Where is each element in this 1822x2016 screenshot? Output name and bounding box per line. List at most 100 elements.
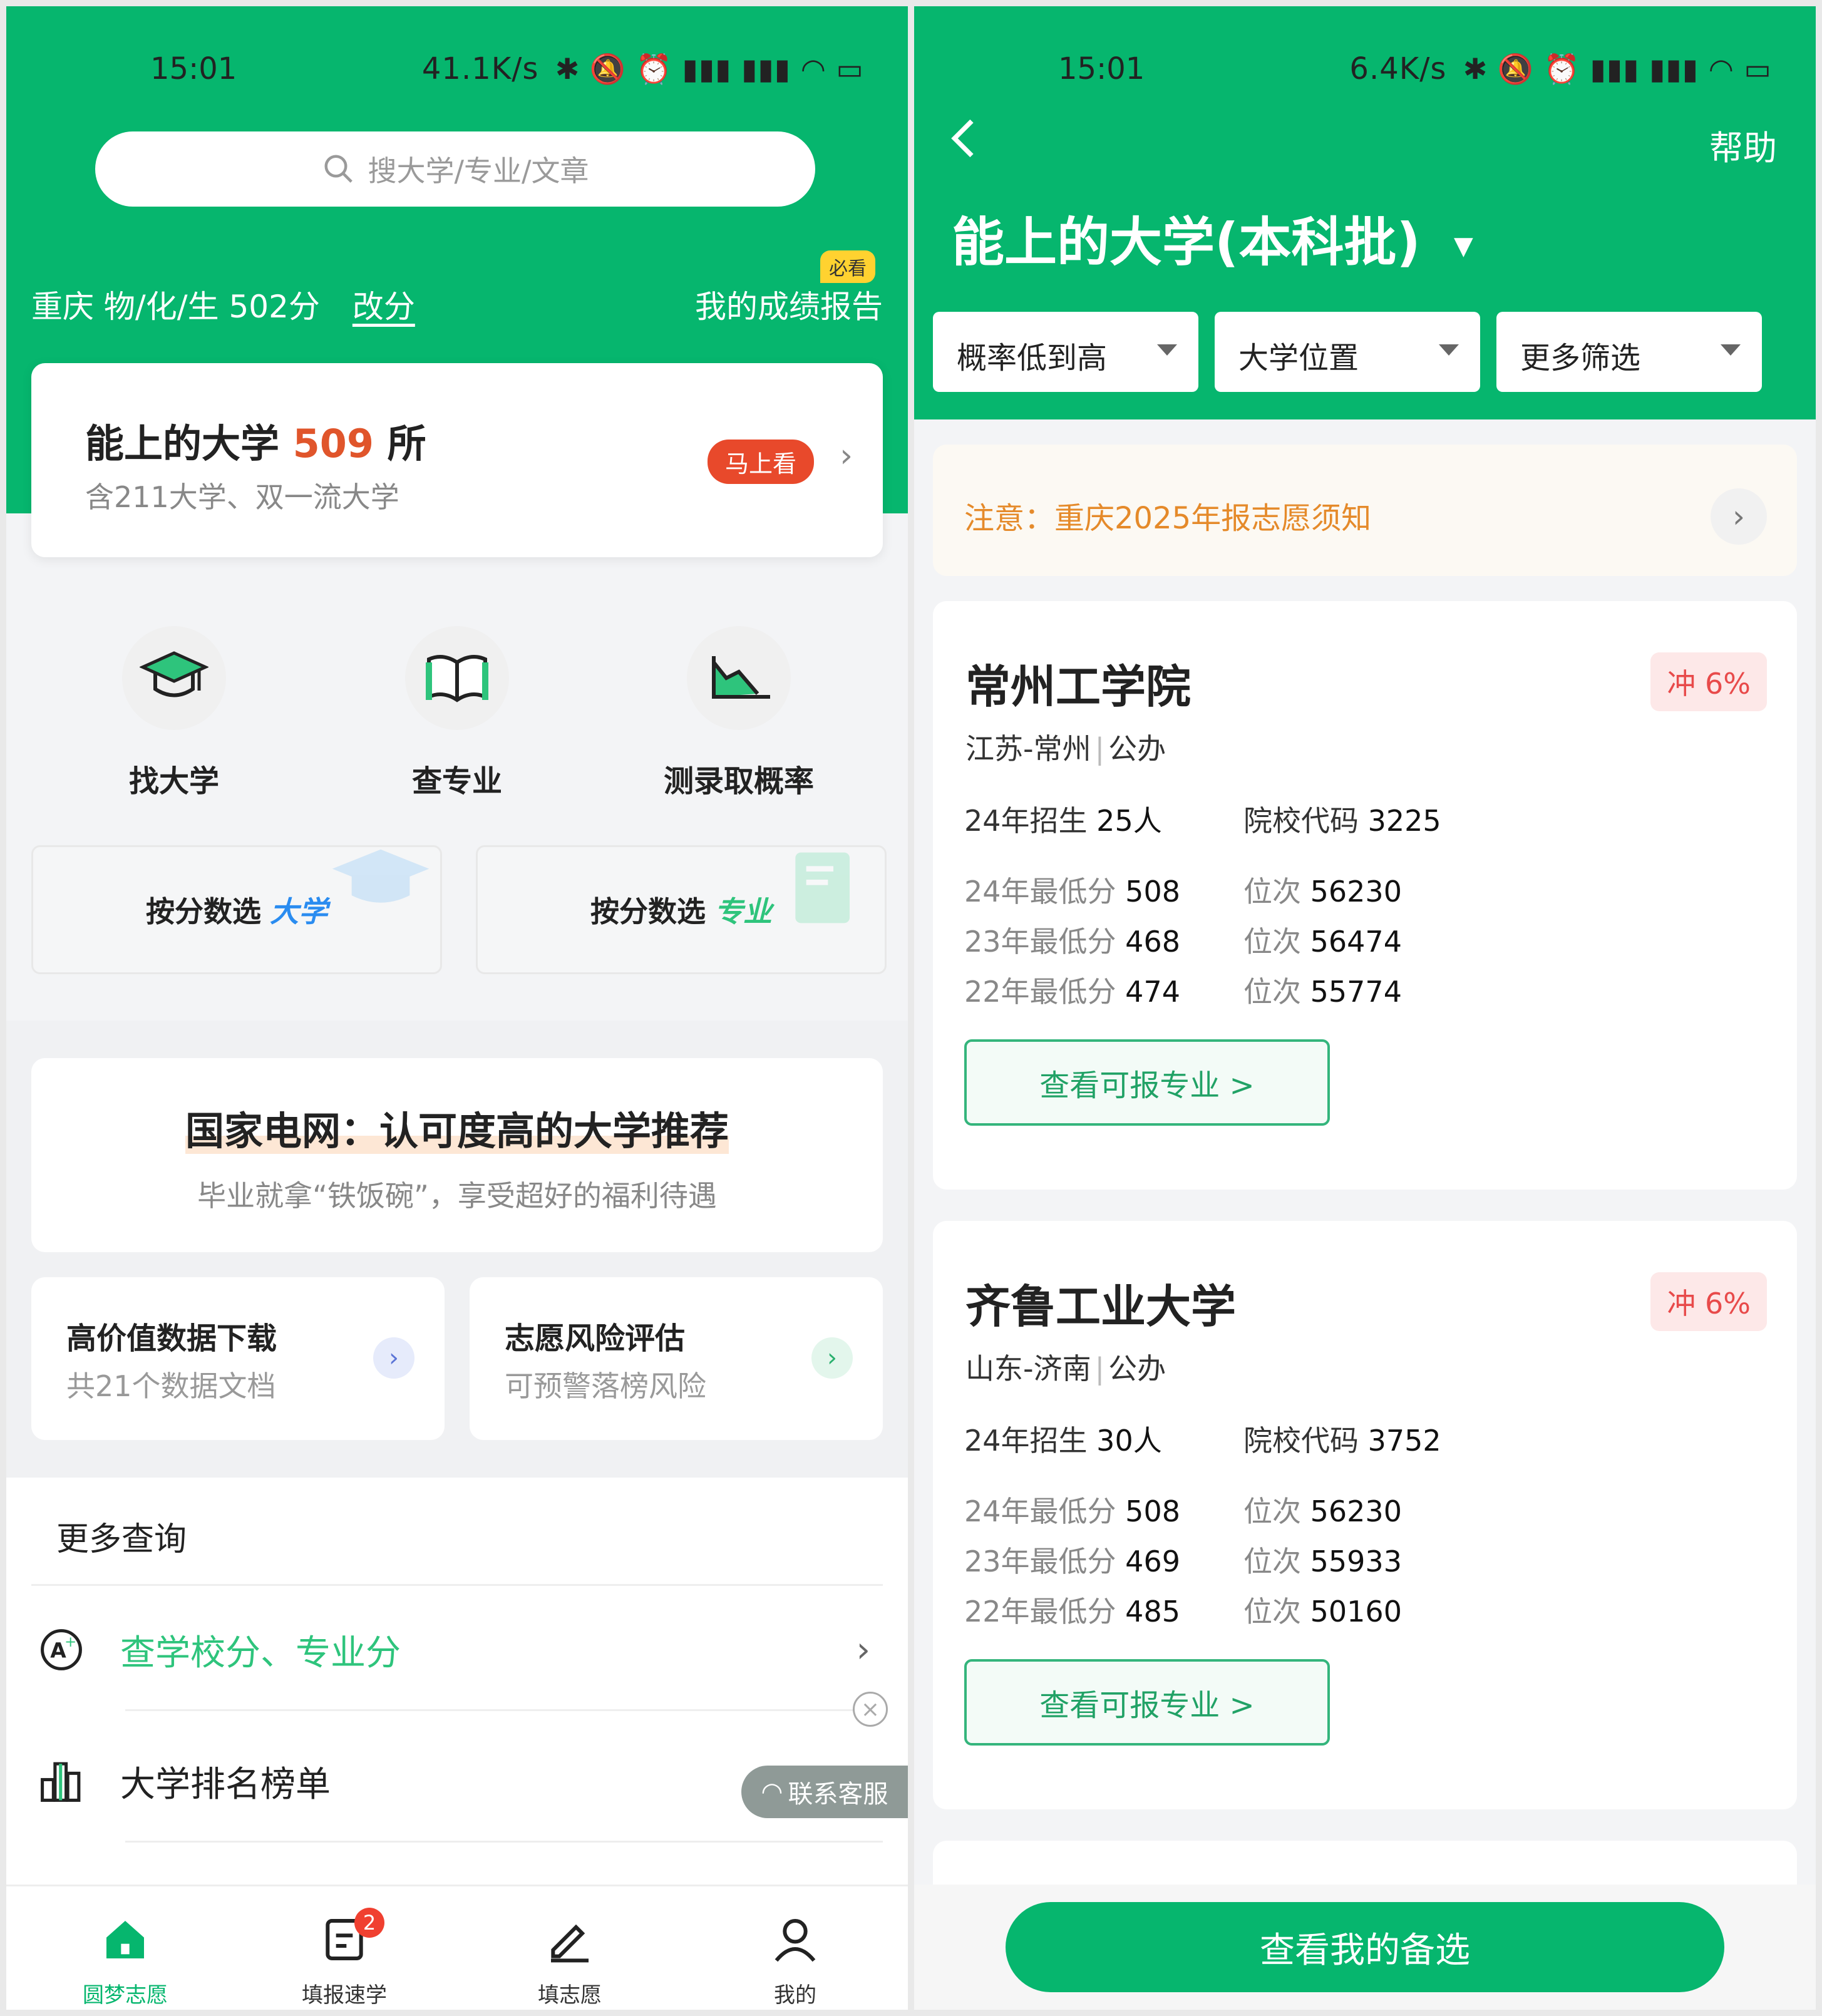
school-region: 山东-济南 [965, 1352, 1091, 1386]
divider [31, 1584, 883, 1586]
tab-label: 圆梦志愿 [83, 1983, 168, 2008]
school-card[interactable]: 常州工学院 冲 6% 江苏-常州 | 公办 24年招生 25人 院校代码 3225 … [933, 601, 1797, 1190]
customer-service-button[interactable]: ◠ 联系客服 [741, 1766, 908, 1818]
risk-assessment-card[interactable]: 志愿风险评估 可预警落榜风险 › [470, 1277, 883, 1440]
chevron-right-icon: › [840, 437, 853, 475]
pick-highlight: 专业 [714, 895, 772, 928]
divider [125, 1841, 883, 1843]
tab-label: 填报速学 [302, 1983, 387, 2008]
min-score-row: 22年最低分 474 [964, 975, 1180, 1009]
customer-service-label: 联系客服 [788, 1780, 888, 1809]
query-school-scores-row[interactable]: A + 查学校分、专业分 › [38, 1597, 877, 1703]
bar-chart-icon [41, 1762, 81, 1802]
school-card[interactable]: 齐鲁工业大学 冲 6% 山东-济南 | 公办 24年招生 30人 院校代码 3752… [933, 1221, 1797, 1809]
tool-admission-probability[interactable]: 测录取概率 [645, 626, 833, 800]
school-code: 院校代码 3752 [1243, 1424, 1441, 1458]
chevron-right-icon: › [373, 1337, 414, 1379]
rank-row: 位次 56230 [1243, 875, 1402, 908]
eligible-suffix: 所 [387, 421, 426, 466]
filter-label: 更多筛选 [1520, 341, 1641, 376]
eligible-title: 能上的大学 509 所 [85, 412, 426, 468]
filter-label: 概率低到高 [957, 341, 1108, 376]
notice-text: 注意：重庆2025年报志愿须知 [964, 501, 1372, 536]
rank-row: 位次 56230 [1243, 1494, 1402, 1528]
status-time: 15:01 [150, 51, 237, 86]
help-button[interactable]: 帮助 [1709, 120, 1777, 170]
open-book-icon [405, 626, 509, 730]
chevron-right-icon: › [1711, 488, 1767, 545]
rank-row: 位次 56474 [1243, 925, 1402, 959]
filter-label: 大学位置 [1238, 341, 1359, 376]
caret-down-icon [1157, 344, 1177, 356]
chevron-right-icon: › [811, 1337, 853, 1379]
banner-title: 国家电网：认可度高的大学推荐 [31, 1099, 883, 1156]
pick-highlight: 大学 [270, 895, 327, 928]
school-location: 山东-济南 | 公办 [965, 1352, 1166, 1386]
view-majors-button[interactable]: 查看可报专业 > [964, 1659, 1330, 1746]
tool-find-university[interactable]: 找大学 [80, 626, 268, 800]
school-region: 江苏-常州 [965, 732, 1091, 766]
cap-watermark-icon [332, 849, 430, 903]
view-shortlist-button[interactable]: 查看我的备选 [1006, 1902, 1724, 1992]
filter-more[interactable]: 更多筛选 [1496, 312, 1762, 392]
notification-badge: 2 [354, 1908, 384, 1938]
mini-title: 志愿风险评估 [505, 1321, 686, 1356]
close-icon[interactable]: × [853, 1692, 888, 1727]
school-name: 常州工学院 [965, 661, 1192, 713]
pick-university-by-score[interactable]: 按分数选 大学 [31, 845, 442, 974]
filter-location[interactable]: 大学位置 [1215, 312, 1480, 392]
eligible-subtitle: 含211大学、双一流大学 [85, 480, 399, 514]
status-right: 6.4K/s ✱ 🔕 ⏰ ▮▮▮ ▮▮▮ ◠ ▭ [1349, 51, 1772, 86]
network-speed: 6.4K/s [1349, 51, 1447, 86]
page-title[interactable]: 能上的大学(本科批) ▼ [952, 200, 1473, 276]
tab-home[interactable]: 圆梦志愿 [50, 1911, 200, 2008]
eligible-prefix: 能上的大学 [85, 421, 280, 466]
filter-sort[interactable]: 概率低到高 [933, 312, 1198, 392]
enrollment: 24年招生 25人 [964, 804, 1162, 838]
search-bar[interactable]: 搜大学/专业/文章 [95, 131, 815, 207]
eligible-universities-card[interactable]: 能上的大学 509 所 含211大学、双一流大学 马上看 › [31, 363, 883, 557]
a-plus-icon: A+ [41, 1629, 82, 1670]
pick-major-by-score[interactable]: 按分数选 专业 [476, 845, 887, 974]
min-score-row: 24年最低分 508 [964, 875, 1180, 908]
book-watermark-icon [795, 852, 850, 923]
chevron-right-icon: › [856, 1629, 870, 1670]
svg-text:+: + [64, 1634, 76, 1650]
area-chart-icon [687, 626, 791, 730]
enrollment: 24年招生 30人 [964, 1424, 1162, 1458]
tab-quick-learn[interactable]: 填报速学 2 [269, 1908, 419, 2008]
score-text: 重庆 物/化/生 502分 [31, 289, 320, 325]
change-score-link[interactable]: 改分 [353, 289, 415, 325]
rank-row: 位次 55933 [1243, 1545, 1402, 1578]
divider [125, 1709, 883, 1711]
view-majors-button[interactable]: 查看可报专业 > [964, 1039, 1330, 1126]
tab-profile[interactable]: 我的 [720, 1911, 870, 2008]
headset-icon: ◠ [761, 1777, 783, 1806]
status-time: 15:01 [1058, 51, 1145, 86]
mini-title: 高价值数据下载 [66, 1321, 277, 1356]
tool-label: 找大学 [128, 764, 219, 799]
min-score-row: 23年最低分 468 [964, 925, 1180, 959]
pen-icon [495, 1911, 645, 1968]
tab-label: 填志愿 [538, 1983, 602, 2008]
tool-find-major[interactable]: 查专业 [363, 626, 551, 800]
min-score-row: 24年最低分 508 [964, 1494, 1180, 1528]
notice-banner[interactable]: 注意：重庆2025年报志愿须知 › [933, 445, 1797, 576]
rank-row: 位次 55774 [1243, 975, 1402, 1009]
tool-label: 查专业 [411, 764, 502, 799]
caret-down-icon [1721, 344, 1741, 356]
eligible-universities-screen: 15:01 6.4K/s ✱ 🔕 ⏰ ▮▮▮ ▮▮▮ ◠ ▭ 帮助 能上的大学(… [914, 6, 1816, 2010]
view-now-button[interactable]: 马上看 [707, 440, 814, 484]
eligible-count: 509 [292, 421, 374, 466]
back-arrow-icon[interactable] [947, 116, 978, 163]
page-title-text: 能上的大学(本科批) [952, 212, 1421, 273]
data-download-card[interactable]: 高价值数据下载 共21个数据文档 › [31, 1277, 445, 1440]
mini-subtitle: 可预警落榜风险 [505, 1369, 706, 1403]
home-icon [50, 1911, 200, 1968]
score-report-link[interactable]: 我的成绩报告 [695, 282, 883, 327]
status-icons: ✱ 🔕 ⏰ ▮▮▮ ▮▮▮ ◠ ▭ [555, 52, 864, 86]
score-summary: 重庆 物/化/生 502分 改分 [31, 282, 415, 327]
banner-title-text: 国家电网：认可度高的大学推荐 [185, 1108, 729, 1154]
tab-fill-application[interactable]: 填志愿 [495, 1911, 645, 2008]
state-grid-banner[interactable]: 国家电网：认可度高的大学推荐 毕业就拿“铁饭碗”，享受超好的福利待遇 [31, 1058, 883, 1252]
